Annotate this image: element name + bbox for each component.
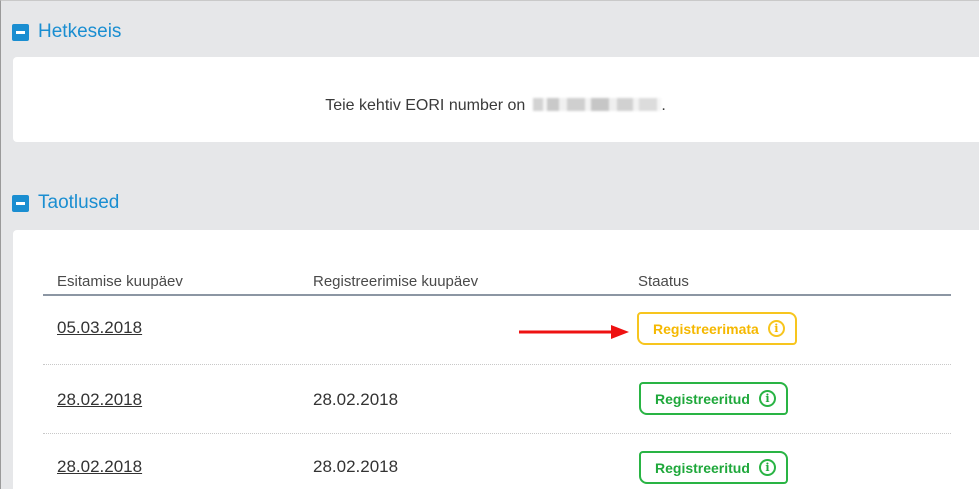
applications-panel — [13, 230, 979, 489]
info-icon[interactable]: i — [767, 320, 785, 337]
eori-label: Teie kehtiv EORI number on — [325, 97, 526, 114]
section-header-summary[interactable]: Hetkeseis — [12, 17, 121, 47]
status-badge-label: Registreeritud — [655, 390, 750, 407]
column-header-registered: Registreerimise kuupäev — [313, 273, 479, 290]
table-row-3-registered: 28.02.2018 — [313, 457, 399, 476]
table-row-3-submitted-link[interactable]: 28.02.2018 — [57, 457, 142, 477]
red-arrow-annotation — [519, 325, 629, 339]
table-header-divider — [43, 294, 951, 296]
collapse-minus-icon[interactable] — [12, 23, 29, 41]
status-badge-label: Registreeritud — [655, 459, 750, 476]
eori-number-redacted — [533, 97, 662, 111]
info-icon[interactable]: i — [758, 390, 776, 407]
column-header-status: Staatus — [638, 273, 689, 290]
status-badge-label: Registreerimata — [653, 320, 759, 337]
table-row-1-submitted-link[interactable]: 05.03.2018 — [57, 318, 142, 338]
column-header-submitted: Esitamise kuupäev — [57, 273, 183, 290]
status-badge-registered[interactable]: Registreeritud i — [639, 451, 788, 484]
row-divider — [43, 364, 951, 365]
section-title-applications: Taotlused — [38, 192, 120, 213]
status-badge-registered[interactable]: Registreeritud i — [639, 382, 788, 415]
section-header-applications[interactable]: Taotlused — [12, 188, 119, 218]
collapse-minus-icon[interactable] — [12, 194, 29, 212]
row-divider — [43, 433, 951, 434]
table-row-2-registered: 28.02.2018 — [313, 390, 399, 409]
section-title-summary: Hetkeseis — [38, 21, 122, 42]
summary-panel: Teie kehtiv EORI number on. — [13, 57, 979, 142]
info-icon[interactable]: i — [758, 459, 776, 476]
table-row-2-submitted-link[interactable]: 28.02.2018 — [57, 390, 142, 410]
eori-info: Teie kehtiv EORI number on. — [325, 97, 666, 114]
status-badge-unregistered[interactable]: Registreerimata i — [637, 312, 797, 345]
